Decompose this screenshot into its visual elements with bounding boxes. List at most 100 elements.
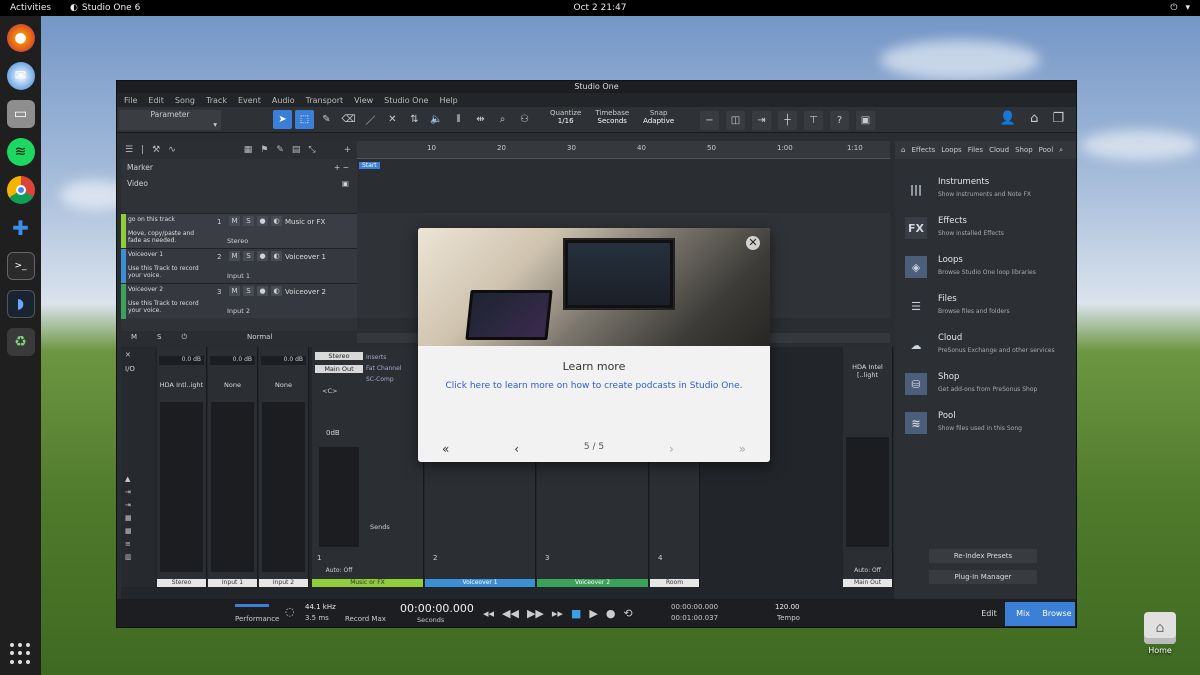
channel-io[interactable]: None xyxy=(210,381,255,389)
snap-select[interactable]: Snap Adaptive xyxy=(643,109,674,125)
monitor-button[interactable]: ◐ xyxy=(271,216,282,226)
channel-output[interactable]: Main Out xyxy=(315,365,363,373)
files-icon[interactable]: ▭ xyxy=(6,100,35,128)
search-icon[interactable]: ⌕ xyxy=(1059,146,1063,155)
nudge-icon[interactable]: ⇥ xyxy=(752,111,771,130)
system-tray[interactable]: ⏻ ▾ xyxy=(1170,3,1190,13)
pan-knob[interactable]: <C> xyxy=(322,387,337,395)
chrome-icon[interactable] xyxy=(6,176,35,204)
parameter-field[interactable]: Parameter ▾ xyxy=(119,110,221,130)
user-icon[interactable]: 👤 xyxy=(1000,111,1016,126)
add-track-icon[interactable]: + xyxy=(344,145,352,155)
mute-button[interactable]: M xyxy=(229,286,240,296)
input-channel[interactable]: 0.0 dB None Input 2 xyxy=(259,347,309,587)
menu-help[interactable]: Help xyxy=(439,96,457,105)
browser-item-shop[interactable]: ⛁ Shop Get add-ons from PreSonus Shop xyxy=(905,370,1073,404)
trash-icon[interactable]: ♻ xyxy=(6,328,35,356)
tab-effects[interactable]: Effects xyxy=(911,146,935,154)
show-apps-icon[interactable] xyxy=(9,643,32,665)
channel-io[interactable]: HDA Intl..ight xyxy=(159,381,204,389)
tab-loops[interactable]: Loops xyxy=(941,146,961,154)
automation-mode[interactable]: Auto: Off xyxy=(845,567,890,574)
browser-item-files[interactable]: ☰ Files Browse files and folders xyxy=(905,292,1073,326)
mode-select[interactable]: Normal xyxy=(247,333,272,341)
reindex-presets-button[interactable]: Re-Index Presets xyxy=(929,549,1037,563)
range-tool-icon[interactable]: ⬚ xyxy=(295,110,314,129)
timeline-ruler[interactable]: 10 20 30 40 50 1:00 1:10 xyxy=(357,141,890,159)
last-page-icon[interactable]: » xyxy=(739,442,746,456)
extensions-icon[interactable]: ✚ xyxy=(7,214,35,242)
stop-icon[interactable]: ■ xyxy=(571,607,581,620)
insert-slot[interactable]: SC-Comp xyxy=(366,374,421,385)
mute-all-button[interactable]: M xyxy=(131,333,137,341)
end-icon[interactable]: ▸▸ xyxy=(552,607,563,620)
monitor-button[interactable]: ◐ xyxy=(271,286,282,296)
studio-one-dock-icon[interactable]: ◗ xyxy=(6,290,35,318)
sends-label[interactable]: Sends xyxy=(370,523,390,531)
menu-studio-one[interactable]: Studio One xyxy=(384,96,428,105)
minus-icon[interactable]: − xyxy=(700,111,719,130)
home-icon[interactable]: ⌂ xyxy=(1030,111,1038,126)
split-tool-icon[interactable]: ✎ xyxy=(317,110,336,129)
flag-icon[interactable]: ⚑ xyxy=(260,145,268,155)
inserts-header[interactable]: Inserts xyxy=(366,352,421,363)
menu-song[interactable]: Song xyxy=(175,96,195,105)
fader[interactable] xyxy=(319,447,359,547)
transform-icon[interactable]: ⤡ xyxy=(308,145,315,155)
forward-icon[interactable]: ▶▶ xyxy=(527,607,544,620)
rewind-icon[interactable]: ◀◀ xyxy=(502,607,519,620)
track-name[interactable]: Voiceover 1 xyxy=(285,253,326,261)
plus-minus-icon[interactable]: + − xyxy=(334,163,349,172)
menu-event[interactable]: Event xyxy=(238,96,261,105)
copy-icon[interactable]: ❐ xyxy=(1052,111,1064,126)
tempo-value[interactable]: 120.00 xyxy=(775,603,800,611)
mute-tool-icon[interactable]: ✕ xyxy=(383,110,402,129)
marker-icon[interactable]: ┼ xyxy=(778,111,797,130)
channel-input[interactable]: Stereo xyxy=(315,352,363,360)
tab-browse[interactable]: Browse xyxy=(1039,602,1075,626)
browser-item-instruments[interactable]: ||| Instruments Show Instruments and Note … xyxy=(905,175,1073,209)
menu-icon[interactable]: ☰ xyxy=(125,145,133,155)
loop-icon[interactable]: ⟲ xyxy=(623,607,632,620)
track-name[interactable]: Voiceover 2 xyxy=(285,288,326,296)
cursor-icon[interactable]: | xyxy=(141,145,144,155)
play-icon[interactable]: ▶ xyxy=(589,607,597,620)
loop-right[interactable]: 00:01:00.037 xyxy=(671,614,718,622)
start-marker[interactable]: Start xyxy=(359,162,380,169)
loop-icon[interactable]: ◫ xyxy=(726,111,745,130)
time-display[interactable]: 00:00:00.000 xyxy=(400,602,474,615)
previous-page-icon[interactable]: ‹ xyxy=(514,442,519,456)
split-at-cursor-icon[interactable]: ⫴ xyxy=(449,110,468,129)
music-channel-strip[interactable]: Stereo Main Out <C> 0dB 1 Auto: Off Inse… xyxy=(312,347,424,587)
menu-edit[interactable]: Edit xyxy=(148,96,164,105)
link-icon[interactable]: ⚇ xyxy=(515,110,534,129)
clock[interactable]: Oct 2 21:47 xyxy=(0,3,1200,13)
record-button[interactable]: ● xyxy=(257,286,268,296)
tab-files[interactable]: Files xyxy=(968,146,983,154)
close-icon[interactable]: ✕ xyxy=(746,236,760,250)
first-page-icon[interactable]: « xyxy=(442,442,449,456)
terminal-icon[interactable]: >_ xyxy=(6,252,35,280)
firefox-icon[interactable]: ● xyxy=(6,24,35,52)
browser-item-cloud[interactable]: ☁ Cloud PreSonus Exchange and other servic… xyxy=(905,331,1073,365)
folder-icon[interactable]: ▤ xyxy=(292,145,301,155)
insert-slot[interactable]: Fat Channel xyxy=(366,363,421,374)
solo-button[interactable]: S xyxy=(243,216,254,226)
menu-transport[interactable]: Transport xyxy=(306,96,344,105)
tab-cloud[interactable]: Cloud xyxy=(989,146,1009,154)
timebase-select[interactable]: Timebase Seconds xyxy=(595,109,629,125)
record-button[interactable]: ● xyxy=(257,251,268,261)
wrench-icon[interactable]: ⚒ xyxy=(152,145,160,155)
spotify-icon[interactable]: ≋ xyxy=(6,138,35,166)
channel-io[interactable]: HDA Intel [..light xyxy=(845,363,890,379)
bend-tool-icon[interactable]: ⇅ xyxy=(405,110,424,129)
help-icon[interactable]: ? xyxy=(830,111,849,130)
mute-button[interactable]: M xyxy=(229,251,240,261)
automation-icon[interactable]: ∿ xyxy=(168,145,176,155)
time-unit[interactable]: Seconds xyxy=(417,616,444,624)
menu-track[interactable]: Track xyxy=(206,96,227,105)
listen-tool-icon[interactable]: 🔈 xyxy=(427,110,446,129)
browser-item-effects[interactable]: FX Effects Show installed Effects xyxy=(905,214,1073,248)
home-folder-icon[interactable]: ⌂ xyxy=(1144,612,1176,644)
learn-more-link[interactable]: Click here to learn more on how to creat… xyxy=(418,381,770,391)
